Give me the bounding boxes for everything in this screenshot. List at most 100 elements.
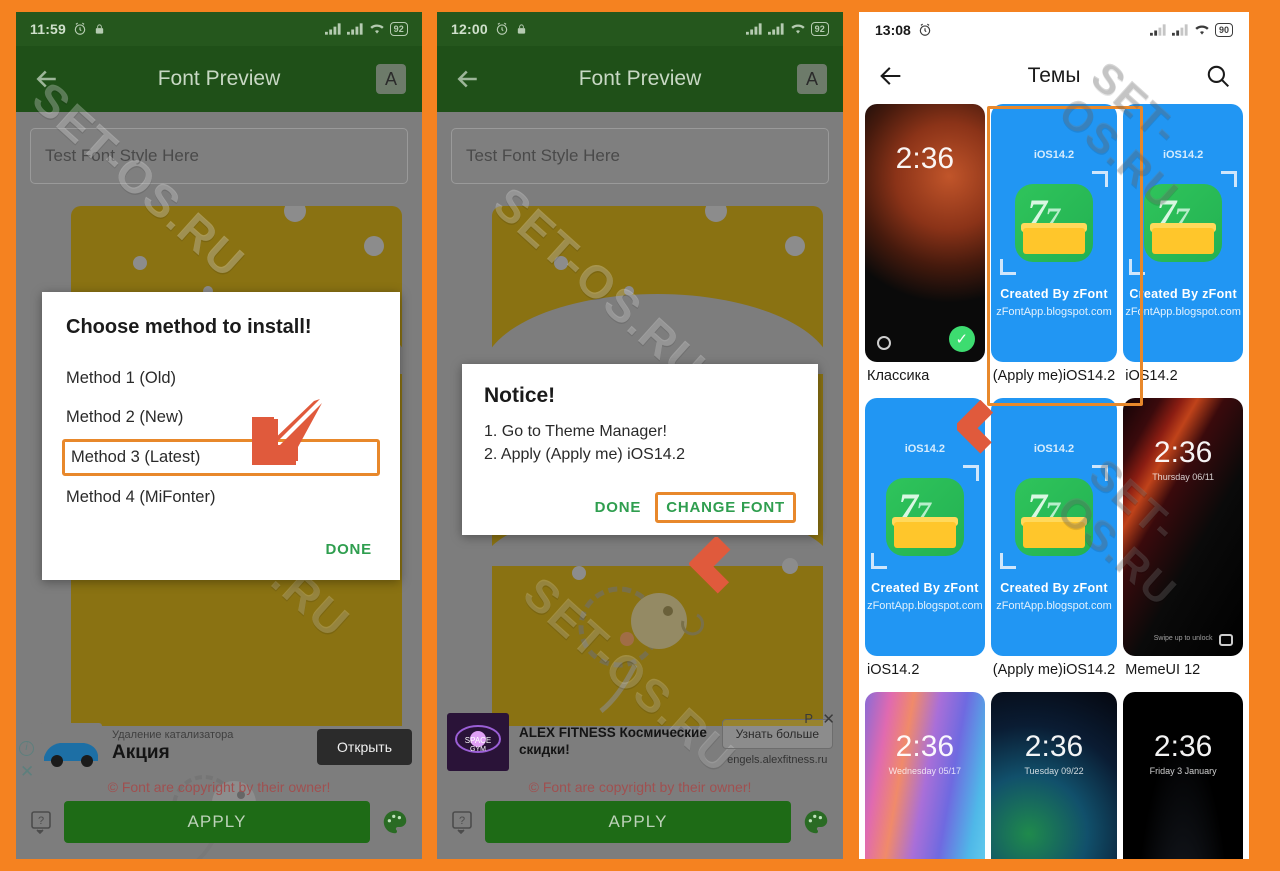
wallpaper-time: 2:36: [1024, 730, 1084, 763]
ad-cta-button[interactable]: Открыть: [317, 729, 412, 765]
theme-cell[interactable]: 2:36 Wednesday 05/17: [865, 692, 985, 859]
help-icon[interactable]: ?: [28, 808, 54, 836]
theme-url: zFontApp.blogspot.com: [996, 305, 1112, 318]
theme-url: zFontApp.blogspot.com: [867, 599, 983, 612]
lock-icon: [516, 22, 527, 36]
svg-text:SPACE: SPACE: [465, 736, 492, 745]
status-time: 12:00: [451, 21, 488, 37]
theme-thumbnail[interactable]: iOS14.2 77 Created By zFont zFontApp.blo…: [1123, 104, 1243, 362]
wallpaper-time: 2:36: [895, 730, 955, 763]
theme-thumbnail[interactable]: iOS14.2 77 Created By zFont zFontApp.blo…: [865, 398, 985, 656]
theme-cell[interactable]: iOS14.2 77 Created By zFont zFontApp.blo…: [1123, 104, 1243, 392]
method-option-4[interactable]: Method 4 (MiFonter): [62, 480, 380, 515]
dialog-done-button[interactable]: DONE: [321, 535, 376, 564]
wallpaper-date: Friday 3 January: [1149, 766, 1217, 776]
theme-cell[interactable]: 2:36 Friday 3 January: [1123, 692, 1243, 859]
apply-button[interactable]: APPLY: [64, 801, 370, 843]
wifi-icon: [369, 23, 385, 35]
theme-cell[interactable]: 2:36 Tuesday 09/22: [990, 692, 1118, 859]
theme-cell[interactable]: 2:36 Thursday 06/11 Swipe up to unlock M…: [1123, 398, 1243, 686]
ad-subtitle: Удаление катализатора: [112, 729, 234, 741]
font-size-button[interactable]: A: [376, 64, 406, 94]
screenshot-stage: 11:59 92 Font Preview A Test Font Style …: [0, 0, 1280, 871]
apply-button[interactable]: APPLY: [485, 801, 791, 843]
bottom-bar-1: i ✕ Удаление катализатора Акция Открыть …: [16, 715, 422, 859]
theme-cell[interactable]: iOS14.2 77 Created By zFont zFontApp.blo…: [865, 398, 985, 686]
zfont-logo-icon: 77: [1000, 170, 1108, 275]
method-option-3[interactable]: Method 3 (Latest): [62, 439, 380, 476]
zfont-app-screen-2: 12:00 92 Font Preview A Test Font Style …: [437, 12, 843, 859]
notice-step-2: 2. Apply (Apply me) iOS14.2: [484, 446, 685, 464]
battery-icon: 92: [389, 22, 408, 36]
change-font-button[interactable]: CHANGE FONT: [655, 492, 796, 524]
wallpaper-time: 2:36: [895, 142, 955, 175]
battery-icon: 90: [1214, 23, 1233, 37]
theme-version: iOS14.2: [1033, 442, 1075, 455]
palette-icon[interactable]: [380, 807, 410, 837]
status-time: 13:08: [875, 22, 911, 38]
theme-thumbnail[interactable]: 2:36 Thursday 06/11 Swipe up to unlock: [1123, 398, 1243, 656]
close-icon[interactable]: ✕: [20, 763, 34, 780]
theme-cell[interactable]: iOS14.2 77 Created By zFont zFontApp.blo…: [990, 104, 1118, 392]
theme-thumbnail[interactable]: 2:36 ✓: [865, 104, 985, 362]
theme-thumbnail[interactable]: 2:36 Tuesday 09/22: [990, 692, 1118, 859]
search-icon[interactable]: [1205, 63, 1231, 89]
bottom-bar-2: P ✕ SPACE GYM ALEX FITNESS Космические ск…: [437, 705, 843, 859]
theme-label: iOS14.2: [1125, 368, 1178, 384]
info-icon[interactable]: i: [19, 741, 34, 756]
page-title: Темы: [1027, 64, 1081, 87]
theme-thumbnail[interactable]: iOS14.2 77 Created By zFont zFontApp.blo…: [990, 398, 1118, 656]
help-icon[interactable]: ?: [449, 808, 475, 836]
close-icon[interactable]: ✕: [822, 710, 835, 728]
theme-thumbnail[interactable]: iOS14.2 77 Created By zFont zFontApp.blo…: [990, 104, 1118, 362]
battery-icon: 92: [810, 22, 829, 36]
wallpaper-date: Wednesday 05/17: [888, 766, 962, 776]
font-preview-input[interactable]: Test Font Style Here: [30, 128, 408, 184]
status-bar-2: 12:00 92: [437, 12, 843, 46]
ad-cta-button[interactable]: Узнать больше: [721, 718, 833, 749]
zfont-logo-icon: 77: [1000, 464, 1108, 569]
method-option-2[interactable]: Method 2 (New): [62, 400, 380, 435]
font-preview-input[interactable]: Test Font Style Here: [451, 128, 829, 184]
signal-icon: [324, 23, 342, 35]
dialog-done-button[interactable]: DONE: [591, 493, 646, 522]
app-bar-3: Темы: [859, 48, 1249, 104]
theme-thumbnail[interactable]: 2:36 Friday 3 January: [1123, 692, 1243, 859]
page-title: Font Preview: [578, 67, 702, 90]
theme-thumbnail[interactable]: 2:36 Wednesday 05/17: [865, 692, 985, 859]
wallpaper-date: Tuesday 09/22: [1024, 766, 1084, 776]
choose-method-dialog: Choose method to install! Method 1 (Old)…: [42, 292, 400, 580]
font-size-button[interactable]: A: [797, 64, 827, 94]
back-arrow-icon[interactable]: [453, 64, 483, 94]
palette-icon[interactable]: [801, 807, 831, 837]
copyright-text: © Font are copyright by their owner!: [107, 779, 331, 795]
theme-label: MemeUI 12: [1125, 662, 1201, 678]
signal-icon: [767, 23, 785, 35]
camera-icon: [877, 336, 891, 350]
back-arrow-icon[interactable]: [32, 64, 62, 94]
alarm-icon: [918, 23, 932, 37]
app-bar-1: Font Preview A: [16, 46, 422, 112]
wallpaper-date: Thursday 06/11: [1152, 472, 1215, 482]
theme-cell[interactable]: iOS14.2 77 Created By zFont zFontApp.blo…: [990, 398, 1118, 686]
alarm-icon: [495, 22, 509, 36]
page-title: Font Preview: [157, 67, 281, 90]
ad-title: Акция: [112, 742, 170, 764]
theme-version: iOS14.2: [1162, 148, 1204, 161]
theme-label: iOS14.2: [867, 662, 920, 678]
wallpaper-time: 2:36: [1153, 436, 1213, 469]
ad-banner-2[interactable]: P ✕ SPACE GYM ALEX FITNESS Космические ск…: [437, 705, 843, 777]
svg-text:?: ?: [38, 815, 44, 827]
phone-panel-3: 13:08 90 Темы 2:36 ✓ Классика iOS14.2 7 …: [859, 12, 1249, 859]
theme-version: iOS14.2: [904, 442, 946, 455]
notice-dialog: Notice! 1. Go to Theme Manager! 2. Apply…: [462, 364, 818, 536]
themes-screen: 13:08 90 Темы 2:36 ✓ Классика iOS14.2 7 …: [859, 12, 1249, 859]
theme-url: zFontApp.blogspot.com: [1125, 305, 1241, 318]
theme-cell[interactable]: 2:36 ✓ Классика: [865, 104, 985, 392]
battery-level: 92: [393, 24, 404, 34]
back-arrow-icon[interactable]: [877, 62, 905, 90]
ad-banner-1[interactable]: i ✕ Удаление катализатора Акция Открыть: [16, 715, 422, 780]
zfont-logo-icon: 77: [1129, 170, 1238, 275]
method-option-1[interactable]: Method 1 (Old): [62, 361, 380, 396]
theme-label: (Apply me)iOS14.2: [992, 368, 1116, 384]
